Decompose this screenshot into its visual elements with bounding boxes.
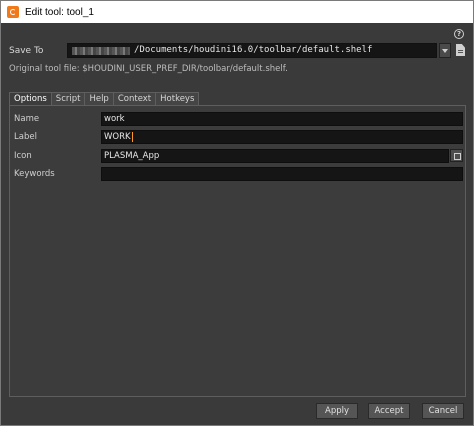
- tab-script[interactable]: Script: [50, 92, 86, 106]
- accept-button[interactable]: Accept: [368, 403, 410, 419]
- tab-hotkeys[interactable]: Hotkeys: [155, 92, 200, 106]
- window-title: Edit tool: tool_1: [25, 6, 94, 18]
- name-input[interactable]: work: [101, 112, 463, 126]
- name-input-value: work: [104, 114, 125, 124]
- apply-button[interactable]: Apply: [316, 403, 358, 419]
- icon-label: Icon: [14, 151, 32, 161]
- save-to-label: Save To: [9, 46, 44, 56]
- icon-browse-button[interactable]: [450, 149, 463, 162]
- icon-input[interactable]: PLASMA_App: [101, 149, 449, 163]
- text-caret: [131, 131, 133, 142]
- keywords-label: Keywords: [14, 169, 55, 179]
- houdini-app-icon: [7, 6, 19, 18]
- label-input-value: WORK: [104, 132, 131, 142]
- edit-tool-dialog: Edit tool: tool_1 ? Save To /Documents/h…: [0, 0, 474, 426]
- save-to-dropdown-button[interactable]: [439, 43, 451, 58]
- label-label: Label: [14, 132, 37, 142]
- label-input[interactable]: WORK: [101, 130, 463, 144]
- original-tool-file-text: Original tool file: $HOUDINI_USER_PREF_D…: [9, 64, 288, 74]
- title-bar: Edit tool: tool_1: [1, 1, 473, 23]
- keywords-input[interactable]: [101, 167, 463, 181]
- name-label: Name: [14, 114, 40, 124]
- save-to-path-field[interactable]: /Documents/houdini16.0/toolbar/default.s…: [67, 43, 437, 58]
- redacted-path-segment: [72, 47, 130, 55]
- help-icon[interactable]: ?: [454, 29, 464, 39]
- save-to-path-text: /Documents/houdini16.0/toolbar/default.s…: [134, 45, 373, 55]
- tab-help[interactable]: Help: [84, 92, 114, 106]
- icon-input-value: PLASMA_App: [104, 151, 160, 161]
- tab-bar: Options Script Help Context Hotkeys: [9, 92, 200, 107]
- tab-context[interactable]: Context: [112, 92, 157, 106]
- file-browse-icon[interactable]: [456, 44, 465, 56]
- cancel-button[interactable]: Cancel: [422, 403, 464, 419]
